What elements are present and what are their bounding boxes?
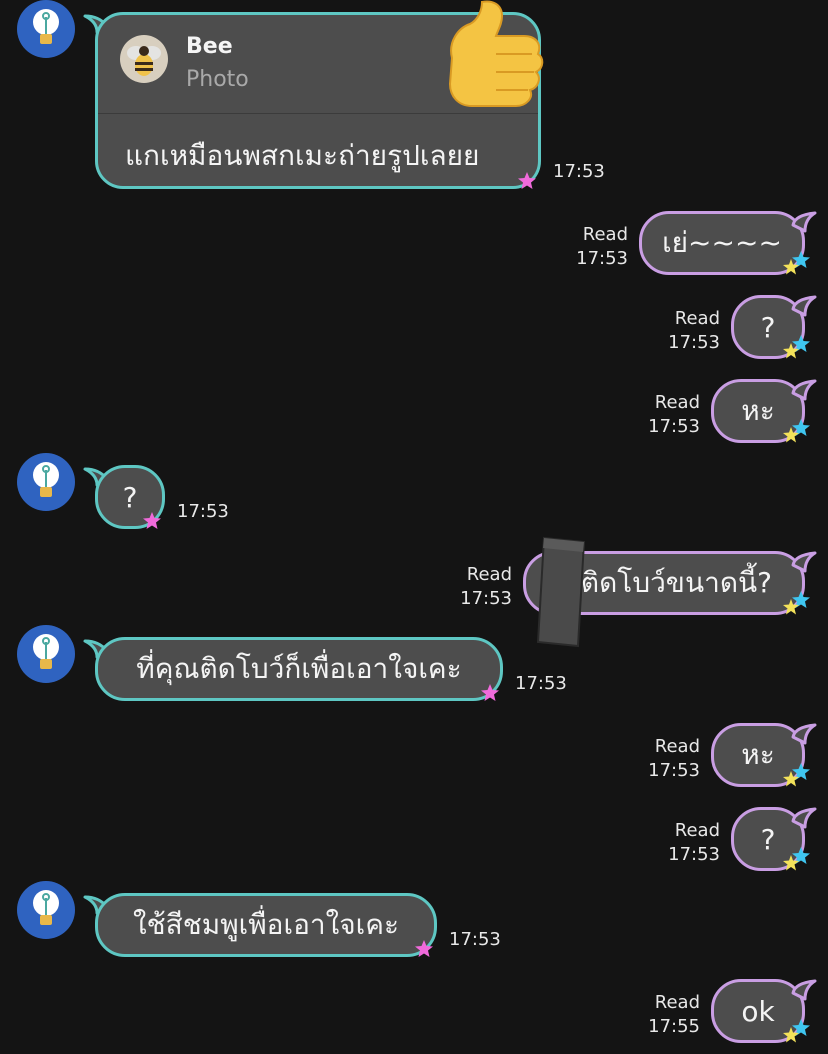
bee-thumbnail [120, 35, 168, 83]
read-receipt: Read 17:53 [668, 307, 720, 355]
message-time: 17:53 [648, 416, 700, 437]
lightbulb-icon [33, 462, 59, 497]
message-text: แกเหมือนพสกเมะถ่ายรูปเลยย [125, 139, 480, 172]
bubble-tail [791, 551, 817, 573]
message-time: 17:53 [177, 501, 229, 522]
message-text: ติดโบว์ขนาดนี้? [580, 566, 772, 599]
message-text: ? [760, 310, 776, 344]
message-time: 17:55 [648, 1016, 700, 1037]
tape-sticker [536, 536, 586, 648]
message-text: หะ [741, 738, 775, 771]
read-receipt: Read 17:53 [668, 819, 720, 867]
read-status: Read [674, 820, 720, 841]
read-status: Read [674, 308, 720, 329]
read-status: Read [582, 224, 628, 245]
message-text: ? [760, 822, 776, 856]
pink-star-icon [415, 940, 433, 957]
outgoing-message-bubble[interactable]: เย่~~~~ [639, 211, 805, 275]
message-text: หะ [741, 394, 775, 427]
read-receipt: Read 17:53 [460, 563, 512, 611]
message-text: ? [122, 480, 138, 514]
pink-star-icon [481, 684, 499, 701]
quote-media-type: Photo [186, 67, 249, 92]
bubble-tail [791, 979, 817, 1001]
bubble-tail [791, 211, 817, 233]
message-text: ok [741, 994, 775, 1028]
bubble-tail [791, 295, 817, 317]
bee-icon [127, 46, 161, 76]
contact-avatar[interactable] [17, 0, 75, 58]
bubble-tail [791, 379, 817, 401]
contact-avatar[interactable] [17, 453, 75, 511]
message-time: 17:53 [449, 929, 501, 950]
yellow-star-icon [783, 427, 799, 443]
read-status: Read [466, 564, 512, 585]
quote-divider [98, 113, 538, 114]
yellow-star-icon [783, 599, 799, 615]
contact-avatar[interactable] [17, 625, 75, 683]
lightbulb-icon [33, 890, 59, 925]
bubble-tail [791, 723, 817, 745]
message-time: 17:53 [460, 588, 512, 609]
pink-star-icon [518, 172, 536, 189]
quote-sender-name: Bee [186, 34, 233, 59]
message-time: 17:53 [553, 161, 605, 182]
yellow-star-icon [783, 259, 799, 275]
message-text: ใช้สีชมพูเพื่อเอาใจเคะ [132, 908, 400, 941]
read-receipt: Read 17:55 [648, 991, 700, 1039]
read-receipt: Read 17:53 [576, 223, 628, 271]
read-status: Read [654, 736, 700, 757]
yellow-star-icon [783, 1027, 799, 1043]
yellow-star-icon [783, 343, 799, 359]
yellow-star-icon [783, 855, 799, 871]
read-receipt: Read 17:53 [648, 391, 700, 439]
incoming-message-bubble[interactable]: ใช้สีชมพูเพื่อเอาใจเคะ [95, 893, 437, 957]
message-time: 17:53 [576, 248, 628, 269]
lightbulb-icon [33, 9, 59, 44]
message-time: 17:53 [668, 844, 720, 865]
bubble-tail [791, 807, 817, 829]
read-receipt: Read 17:53 [648, 735, 700, 783]
message-text: เย่~~~~ [662, 226, 782, 259]
read-status: Read [654, 392, 700, 413]
thumbs-up-sticker [448, 0, 544, 107]
message-time: 17:53 [668, 332, 720, 353]
message-time: 17:53 [515, 673, 567, 694]
pink-star-icon [143, 512, 161, 529]
incoming-message-bubble[interactable]: ที่คุณติดโบว์ก็เพื่อเอาใจเคะ [95, 637, 503, 701]
message-time: 17:53 [648, 760, 700, 781]
yellow-star-icon [783, 771, 799, 787]
message-text: ที่คุณติดโบว์ก็เพื่อเอาใจเคะ [136, 652, 462, 685]
contact-avatar[interactable] [17, 881, 75, 939]
read-status: Read [654, 992, 700, 1013]
lightbulb-icon [33, 634, 59, 669]
